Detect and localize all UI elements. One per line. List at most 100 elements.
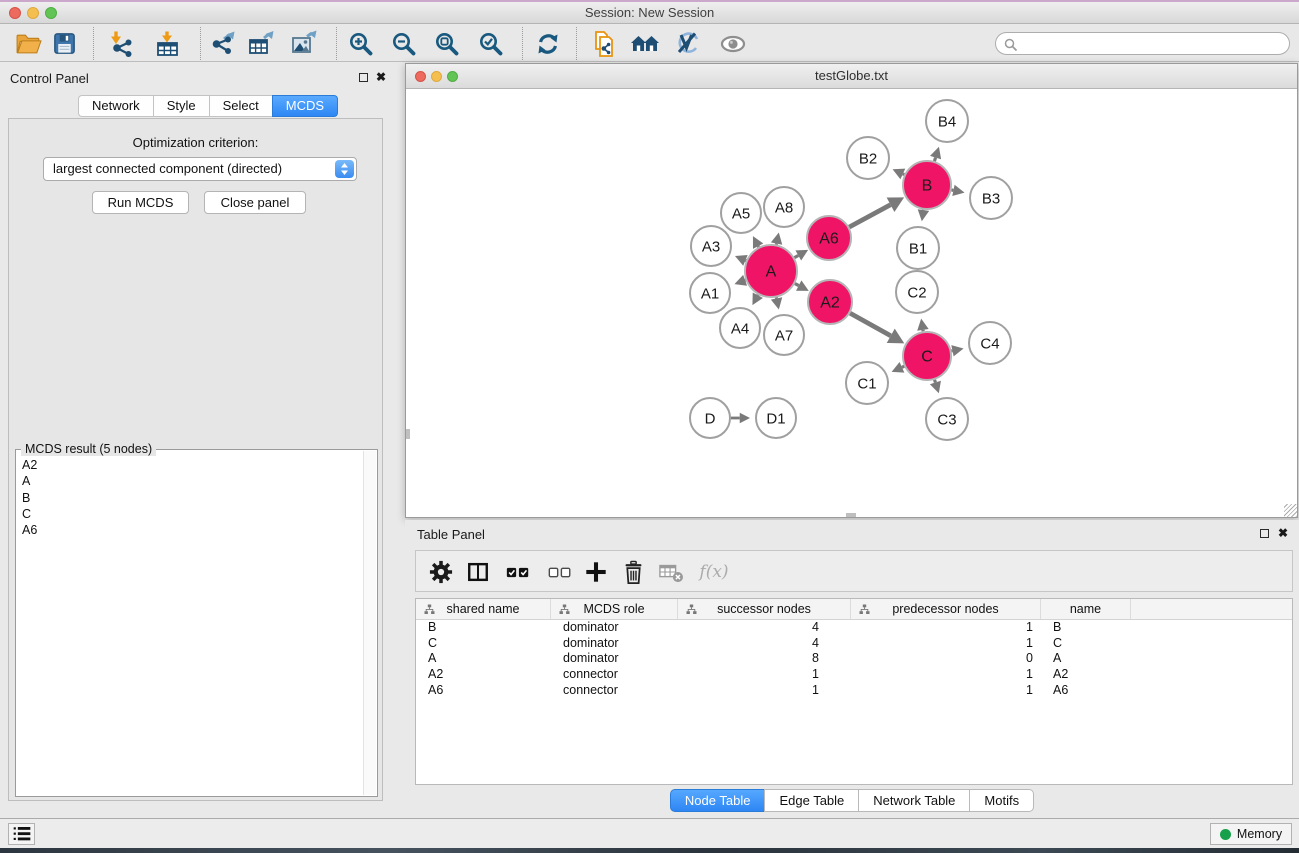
cell-successor-nodes: 1 (678, 683, 851, 699)
close-network-button[interactable] (415, 71, 426, 82)
table-toolbar: f(x) (415, 550, 1293, 592)
deselect-all-columns-button[interactable] (545, 559, 575, 585)
arrowhead-icon (771, 232, 782, 244)
arrowhead-icon (930, 147, 941, 160)
split-view-button[interactable] (463, 559, 493, 585)
close-table-panel-icon[interactable]: ✖ (1278, 528, 1288, 539)
node-label-A7: A7 (775, 328, 793, 345)
horizontal-scrollbar-thumb[interactable] (846, 513, 856, 517)
table-row-a[interactable]: Adominator80A (416, 651, 1292, 667)
maximize-network-button[interactable] (447, 71, 458, 82)
result-scrollbar[interactable] (363, 451, 376, 795)
node-label-C4: C4 (980, 336, 999, 353)
column-settings-button[interactable] (426, 559, 456, 585)
mcds-result-item[interactable]: A2 (22, 457, 352, 473)
memory-status-icon (1220, 829, 1231, 840)
zoom-selected-button[interactable] (474, 28, 508, 59)
apply-layout-button[interactable] (531, 28, 565, 59)
close-panel-icon[interactable]: ✖ (376, 72, 386, 83)
search-input[interactable] (1022, 34, 1284, 53)
tab-node-table[interactable]: Node Table (670, 789, 765, 812)
column-header-shared-name[interactable]: shared name (416, 599, 551, 619)
mcds-result-item[interactable]: A6 (22, 522, 352, 538)
table-row-b[interactable]: Bdominator41B (416, 620, 1292, 636)
network-canvas[interactable]: B4B2BB3A5A8A6A3B1AA1A2C2A4A7C4CC1C3DD1 (406, 89, 1297, 517)
export-image-button[interactable] (287, 28, 321, 59)
import-table-button[interactable] (150, 28, 184, 59)
column-type-icon (559, 604, 570, 615)
tab-mcds[interactable]: MCDS (272, 95, 338, 117)
minimize-window-button[interactable] (27, 7, 39, 19)
zoom-in-button[interactable] (344, 28, 378, 59)
resize-grip[interactable] (1284, 504, 1297, 517)
close-window-button[interactable] (9, 7, 21, 19)
list-icon (12, 825, 32, 843)
run-mcds-button[interactable]: Run MCDS (92, 191, 189, 214)
column-label: name (1070, 602, 1101, 616)
add-column-button[interactable] (581, 559, 611, 585)
table-panel: Table Panel ✖ (405, 520, 1299, 815)
tab-network-table[interactable]: Network Table (858, 789, 969, 812)
export-image-icon (290, 30, 318, 57)
column-header-mcds-role[interactable]: MCDS role (551, 599, 678, 619)
mcds-result-item[interactable]: C (22, 506, 352, 522)
export-network-button[interactable] (205, 28, 239, 59)
open-session-button[interactable] (11, 28, 45, 59)
show-graphics-details-button[interactable] (716, 28, 750, 59)
tab-edge-table[interactable]: Edge Table (764, 789, 858, 812)
column-header-name[interactable]: name (1041, 599, 1131, 619)
zoom-fit-button[interactable] (430, 28, 464, 59)
column-header-predecessor-nodes[interactable]: predecessor nodes (851, 599, 1041, 619)
apply-function-button[interactable]: f(x) (694, 559, 734, 585)
tab-motifs[interactable]: Motifs (969, 789, 1034, 812)
cell-predecessor-nodes: 0 (851, 651, 1041, 667)
hide-graphics-details-button[interactable] (671, 28, 705, 59)
maximize-window-button[interactable] (45, 7, 57, 19)
toolbar-separator (522, 27, 523, 60)
search-box[interactable] (995, 32, 1290, 55)
edge-A-A6 (794, 255, 798, 257)
cell-predecessor-nodes: 1 (851, 620, 1041, 636)
session-title: Session: New Session (0, 2, 1299, 24)
save-session-button[interactable] (47, 28, 81, 59)
table-row-a6[interactable]: A6connector11A6 (416, 683, 1292, 699)
tab-network[interactable]: Network (78, 95, 153, 117)
column-header-successor-nodes[interactable]: successor nodes (678, 599, 851, 619)
float-table-panel-icon[interactable] (1260, 529, 1269, 538)
criterion-dropdown[interactable]: largest connected component (directed) (43, 157, 357, 181)
delete-column-button[interactable] (618, 559, 648, 585)
select-all-columns-button[interactable] (503, 559, 533, 585)
mcds-result-item[interactable]: B (22, 490, 352, 506)
first-neighbors-button[interactable] (628, 28, 662, 59)
export-table-button[interactable] (244, 28, 278, 59)
float-panel-icon[interactable] (359, 73, 368, 82)
cell-mcds-role: dominator (551, 620, 678, 636)
cell-name: A (1041, 651, 1131, 667)
mcds-result-item[interactable]: A (22, 473, 352, 489)
main-toolbar (0, 25, 1299, 62)
import-table-icon (154, 30, 181, 57)
new-network-from-selection-button[interactable] (588, 28, 622, 59)
arrowhead-icon (930, 381, 941, 394)
column-label: MCDS role (583, 602, 644, 616)
cell-successor-nodes: 8 (678, 651, 851, 667)
delete-table-button[interactable] (656, 559, 686, 585)
import-network-button[interactable] (104, 28, 138, 59)
tab-style[interactable]: Style (153, 95, 209, 117)
toolbar-separator (336, 27, 337, 60)
toolbar-separator (200, 27, 201, 60)
zoom-out-button[interactable] (387, 28, 421, 59)
task-history-button[interactable] (8, 823, 35, 845)
arrowhead-icon (951, 345, 963, 356)
minimize-network-button[interactable] (431, 71, 442, 82)
table-tabs: Node TableEdge TableNetwork TableMotifs (405, 789, 1299, 812)
close-panel-button[interactable]: Close panel (204, 191, 306, 214)
network-window-titlebar[interactable]: testGlobe.txt (406, 64, 1297, 89)
save-floppy-icon (52, 31, 77, 56)
table-row-c[interactable]: Cdominator41C (416, 636, 1292, 652)
tab-select[interactable]: Select (209, 95, 272, 117)
vertical-scrollbar-thumb[interactable] (406, 429, 410, 439)
edge-C-C3 (935, 380, 936, 383)
table-row-a2[interactable]: A2connector11A2 (416, 667, 1292, 683)
memory-button[interactable]: Memory (1210, 823, 1292, 845)
